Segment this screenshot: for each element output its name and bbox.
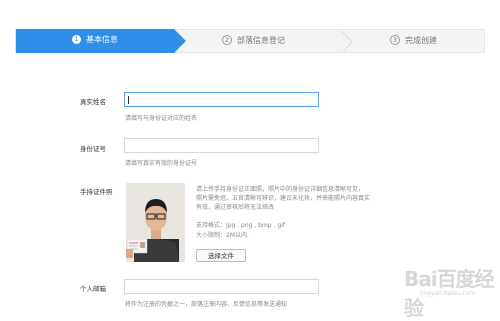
email-input[interactable] (124, 279, 319, 294)
real-name-label: 真实姓名 (80, 98, 106, 106)
email-hint: 将作为注册的凭据之一，部落注册内容、反馈信息等发送通知 (125, 301, 288, 308)
progress-steps: 1 基本信息 2 部落信息登记 3 完成创建 (15, 29, 485, 53)
choose-file-button[interactable]: 选择文件 (196, 249, 246, 262)
step-complete: 3 完成创建 (390, 30, 437, 52)
id-photo-description: 请上传手持身份证正面照，照片中的身份证详细信息清晰可见， 照片需免冠，五官清晰可… (196, 185, 370, 212)
person-holding-id-image (126, 183, 185, 262)
watermark-url: jingyan.baidu.com (420, 290, 476, 297)
id-number-hint: 请填写真实有效的身份证号 (125, 160, 198, 167)
id-photo-preview (126, 183, 185, 262)
step-separator-icon (341, 31, 353, 51)
step-tribe-info: 2 部落信息登记 (222, 30, 285, 52)
id-photo-label: 手持证件照 (80, 188, 113, 196)
id-number-input[interactable] (124, 138, 319, 153)
step-number-1: 1 (72, 35, 81, 44)
id-photo-size-limit: 大小限制：2M以内. (196, 232, 249, 239)
id-photo-desc-line-3: 有效，通过审核后将无法修改 (196, 204, 275, 211)
id-number-label: 身份证号 (80, 145, 106, 153)
id-photo-desc-line-1: 请上传手持身份证正面照，照片中的身份证详细信息清晰可见， (196, 186, 365, 193)
step-label-2: 部落信息登记 (237, 36, 285, 45)
real-name-hint: 请填写与身份证对应的姓名 (125, 115, 198, 122)
step-label-3: 完成创建 (405, 36, 437, 45)
email-label: 个人邮箱 (80, 285, 106, 293)
step-basic-info: 1 基本信息 (16, 29, 186, 53)
step-label-1: 基本信息 (86, 35, 118, 44)
step-number-2: 2 (222, 35, 232, 45)
text-caret (128, 96, 129, 104)
step-number-3: 3 (390, 35, 400, 45)
real-name-input[interactable] (124, 92, 319, 107)
id-photo-format: 支持格式：jpg , png , bmp , gif (196, 222, 285, 229)
id-photo-desc-line-2: 照片需免冠，五官清晰可辨识，建议未化妆，并来能照片内容真实 (196, 195, 371, 202)
